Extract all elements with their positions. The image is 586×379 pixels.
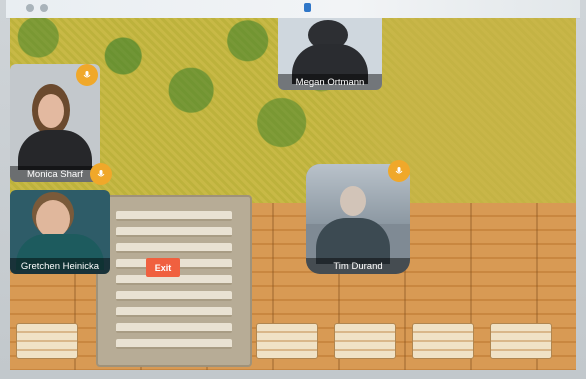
participant-video [36, 200, 70, 238]
microphone-icon[interactable] [90, 163, 112, 185]
participant-name: Megan Ortmann [278, 74, 382, 90]
bench [256, 323, 318, 359]
bench [412, 323, 474, 359]
video-tile-megan[interactable]: Megan Ortmann [278, 18, 382, 90]
bench [16, 323, 78, 359]
browser-top-bar [6, 0, 580, 19]
bench [334, 323, 396, 359]
participant-name: Tim Durand [306, 258, 410, 274]
participant-name: Monica Sharf [10, 166, 100, 182]
exit-button[interactable]: Exit [146, 258, 180, 277]
window-dot-icon [26, 4, 34, 12]
bench-row [10, 323, 576, 363]
video-tile-gretchen[interactable]: Gretchen Heinicka [10, 190, 110, 274]
bench [490, 323, 552, 359]
microphone-icon[interactable] [76, 64, 98, 86]
stage-stairs [96, 195, 252, 367]
tab-indicator-icon [304, 3, 311, 12]
microphone-icon[interactable] [388, 160, 410, 182]
window-dot-icon [40, 4, 48, 12]
participant-video [38, 94, 64, 128]
participant-name: Gretchen Heinicka [10, 258, 110, 274]
virtual-space-canvas[interactable]: Exit Megan Ortmann Monica Sharf Gretchen… [10, 18, 576, 370]
participant-video [340, 186, 366, 216]
